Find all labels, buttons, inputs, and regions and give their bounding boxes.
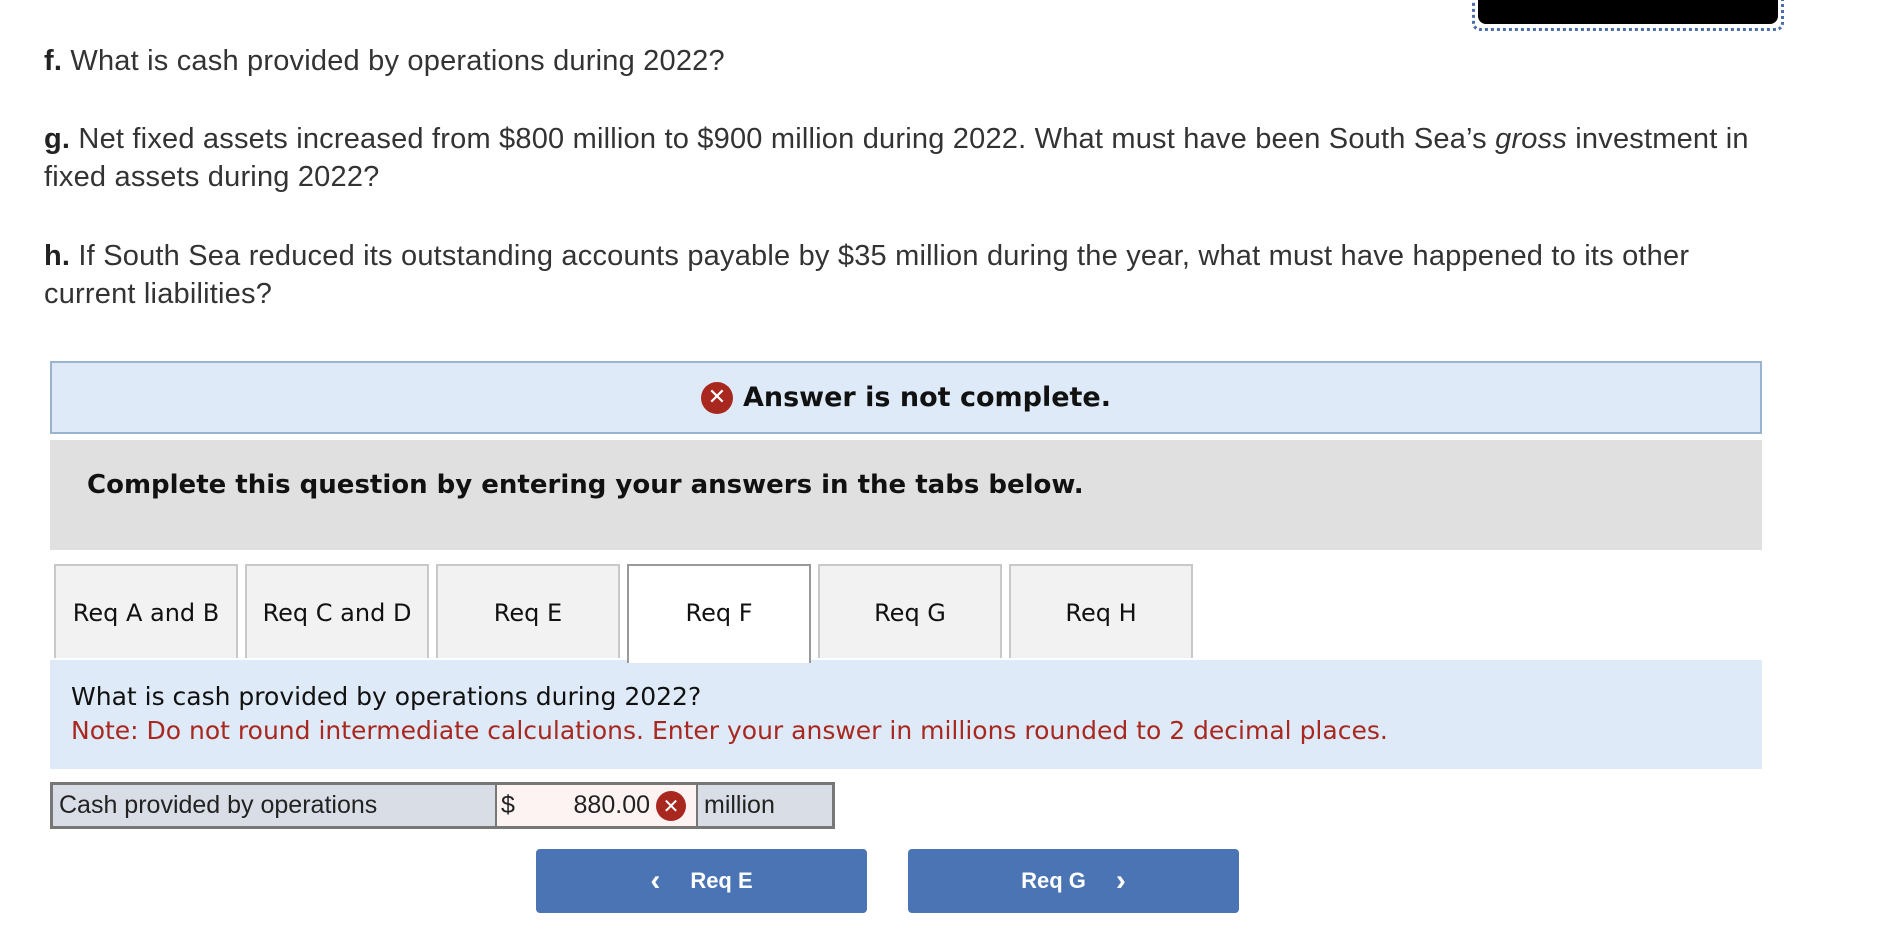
prev-req-label: Req E bbox=[690, 868, 753, 893]
tab-content-panel: What is cash provided by operations duri… bbox=[50, 660, 1762, 769]
answer-status-banner: ✕ Answer is not complete. bbox=[50, 361, 1762, 434]
content-note: Note: Do not round intermediate calculat… bbox=[71, 716, 1388, 745]
currency-symbol: $ bbox=[501, 791, 515, 819]
instructions-panel: Complete this question by entering your … bbox=[50, 440, 1762, 550]
question-f-text: What is cash provided by operations duri… bbox=[62, 45, 725, 77]
requirement-tabs: Req A and B Req C and D Req E Req F Req … bbox=[50, 564, 1762, 663]
question-h: h. If South Sea reduced its outstanding … bbox=[44, 237, 1764, 313]
tab-req-g[interactable]: Req G bbox=[818, 564, 1002, 658]
instructions-text: Complete this question by entering your … bbox=[87, 470, 1084, 500]
tab-req-e[interactable]: Req E bbox=[436, 564, 620, 658]
tab-req-h[interactable]: Req H bbox=[1009, 564, 1193, 658]
question-f-letter: f. bbox=[44, 45, 63, 77]
question-h-letter: h. bbox=[44, 240, 71, 272]
return-to-question-focus-outline: Return to question bbox=[1472, 0, 1784, 31]
answer-status-text: Answer is not complete. bbox=[742, 382, 1112, 413]
incorrect-x-icon: ✕ bbox=[656, 791, 686, 821]
tab-req-c-and-d[interactable]: Req C and D bbox=[245, 564, 429, 658]
question-f: f. What is cash provided by operations d… bbox=[44, 42, 725, 80]
x-circle-icon: ✕ bbox=[700, 381, 733, 414]
question-h-text: If South Sea reduced its outstanding acc… bbox=[44, 240, 1690, 310]
question-g-text-before: Net fixed assets increased from $800 mil… bbox=[70, 123, 1496, 155]
question-g-emphasis: gross bbox=[1495, 123, 1568, 155]
next-req-button[interactable]: Req G › bbox=[908, 849, 1239, 913]
answer-value[interactable]: 880.00 bbox=[574, 785, 650, 826]
answer-unit: million bbox=[704, 791, 775, 819]
chevron-left-icon: ‹ bbox=[650, 864, 661, 897]
question-g-letter: g. bbox=[44, 123, 71, 155]
tab-req-f[interactable]: Req F bbox=[627, 564, 811, 663]
tab-req-a-and-b[interactable]: Req A and B bbox=[54, 564, 238, 658]
return-to-question-button[interactable]: Return to question bbox=[1478, 0, 1778, 24]
answer-input[interactable]: $ 880.00 ✕ bbox=[497, 785, 698, 826]
prev-req-button[interactable]: ‹ Req E bbox=[536, 849, 867, 913]
content-prompt: What is cash provided by operations duri… bbox=[71, 682, 702, 711]
answer-label: Cash provided by operations bbox=[53, 785, 497, 826]
question-g: g. Net fixed assets increased from $800 … bbox=[44, 120, 1764, 196]
answer-row: Cash provided by operations $ 880.00 ✕ m… bbox=[50, 782, 835, 829]
chevron-right-icon: › bbox=[1115, 864, 1126, 897]
next-req-label: Req G bbox=[1021, 868, 1086, 893]
